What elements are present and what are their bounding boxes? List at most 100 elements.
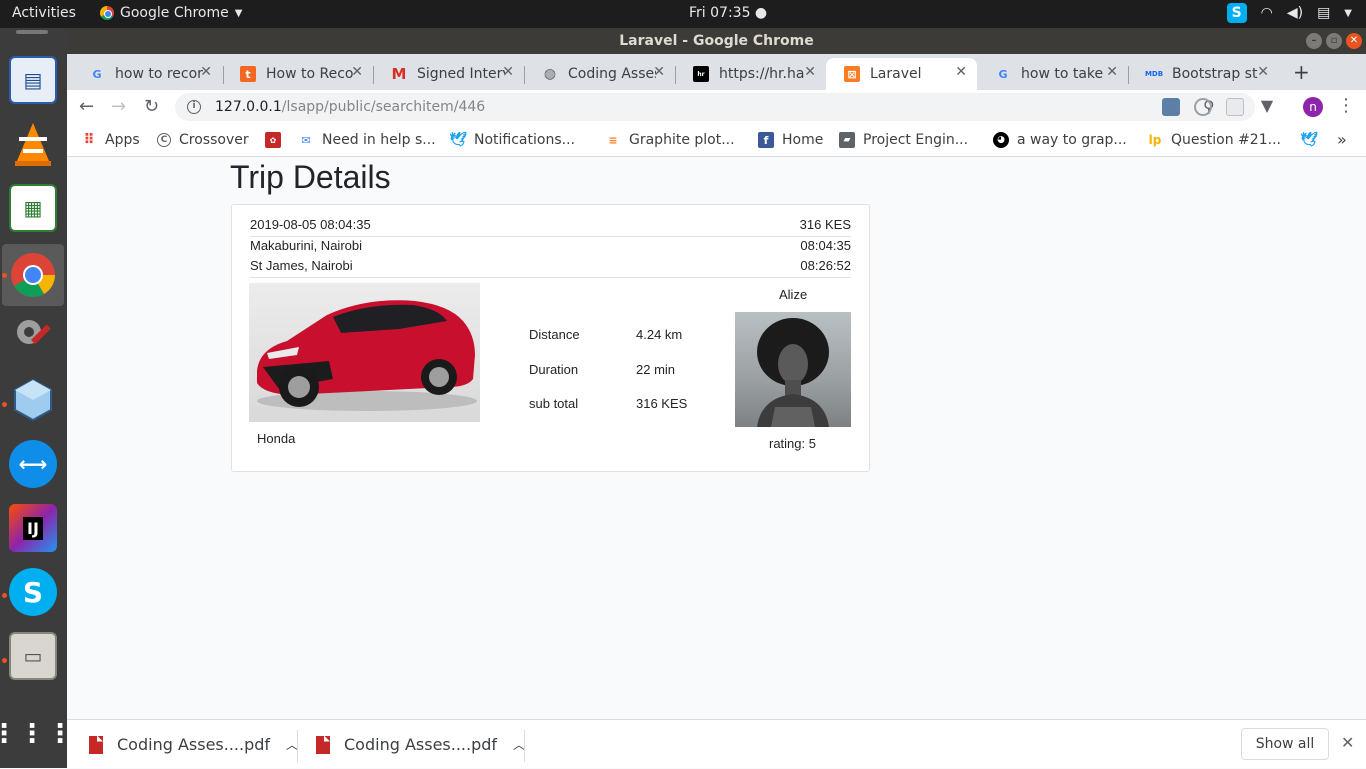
close-icon[interactable]: ✕: [200, 64, 212, 80]
car-model: Honda: [257, 431, 296, 446]
tab-label: how to recor: [115, 66, 203, 82]
facebook-icon: f: [758, 132, 774, 148]
bookmark-apps[interactable]: ⠿ Apps: [81, 132, 140, 148]
bookmark-need-help[interactable]: ✉ Need in help s...: [298, 132, 435, 148]
forward-icon[interactable]: →: [111, 96, 126, 117]
chrome-icon[interactable]: [9, 251, 57, 299]
virtualbox-icon[interactable]: [9, 376, 57, 424]
address-bar[interactable]: i 127.0.0.1/lsapp/public/searchitem/446 …: [175, 93, 1255, 121]
tab-bootstrap[interactable]: MDB Bootstrap st ✕: [1128, 58, 1279, 90]
volume-icon[interactable]: ◀): [1287, 5, 1303, 21]
extension-icon[interactable]: [1194, 98, 1212, 116]
activities-button[interactable]: Activities: [12, 5, 76, 21]
running-indicator: [2, 658, 7, 663]
bookmark-way-to-graph[interactable]: ◕ a way to grap...: [993, 132, 1127, 148]
bookmark-graphite-plot[interactable]: ≡ Graphite plot...: [605, 132, 735, 148]
driver-name: Alize: [779, 287, 808, 302]
clipboard-icon[interactable]: ▤: [1317, 5, 1330, 21]
teamviewer-icon[interactable]: ⟷: [9, 440, 57, 488]
close-icon[interactable]: ✕: [502, 64, 514, 80]
info-icon[interactable]: i: [187, 100, 201, 114]
close-icon[interactable]: ✕: [1106, 64, 1118, 80]
app-menu[interactable]: Google Chrome ▼: [100, 5, 242, 21]
window-title: Laravel - Google Chrome: [619, 33, 814, 49]
bookmark-crossover[interactable]: C Crossover: [157, 132, 249, 148]
system-tray: S ◠ ◀) ▤ ▼: [1226, 3, 1352, 23]
tab-label: Bootstrap st: [1172, 66, 1258, 82]
download-item[interactable]: Coding Asses....pdf ︿: [316, 720, 525, 769]
google-icon: G: [998, 67, 1008, 81]
profile-avatar[interactable]: n: [1303, 97, 1323, 117]
tab-how-to-reco[interactable]: t How to Reco ✕: [222, 58, 373, 90]
download-item[interactable]: Coding Asses....pdf ︿: [89, 720, 298, 769]
twitter-icon: 🕊: [1300, 132, 1318, 148]
mail-icon: ✉: [301, 133, 311, 147]
tab-how-to-record[interactable]: G how to recor ✕: [71, 58, 222, 90]
more-bookmarks-icon[interactable]: »: [1337, 130, 1347, 149]
spreadsheet-icon[interactable]: ▦: [9, 184, 57, 232]
intellij-icon[interactable]: IJ: [9, 504, 57, 552]
chrome-icon: [100, 6, 114, 20]
vlc-icon[interactable]: [9, 120, 57, 168]
dropoff-row: St James, Nairobi 08:26:52: [250, 258, 851, 278]
close-window-button[interactable]: ✕: [1346, 33, 1362, 49]
bookmark-label: Graphite plot...: [629, 132, 735, 148]
close-icon[interactable]: ✕: [351, 64, 363, 80]
tab-coding-assessment[interactable]: ◍ Coding Asses ✕: [524, 58, 675, 90]
file-manager-icon[interactable]: ▭: [9, 632, 57, 680]
wifi-icon[interactable]: ◠: [1261, 5, 1273, 21]
vue-devtools-icon[interactable]: ▼: [1258, 98, 1276, 116]
bookmark-label: Home: [782, 132, 824, 148]
close-icon[interactable]: ✕: [1341, 733, 1354, 752]
chevron-down-icon[interactable]: ▼: [1344, 8, 1352, 19]
close-icon[interactable]: ✕: [804, 64, 816, 80]
tab-how-to-take[interactable]: G how to take ✕: [977, 58, 1128, 90]
show-applications-icon[interactable]: ⋮⋮⋮: [0, 710, 73, 758]
extension-icon[interactable]: [1226, 98, 1244, 116]
divider: [250, 236, 851, 237]
stackoverflow-icon: ≡: [608, 133, 618, 147]
bookmark-question[interactable]: lp Question #21...: [1147, 132, 1281, 148]
new-tab-button[interactable]: +: [1293, 60, 1310, 84]
settings-tools-icon[interactable]: [9, 312, 57, 360]
stat-value: 4.24 km: [636, 327, 683, 342]
bookmark-notifications[interactable]: 🕊 Notifications...: [449, 132, 575, 148]
document-viewer-icon[interactable]: ▤: [9, 56, 57, 104]
maximize-button[interactable]: ▫: [1326, 33, 1342, 49]
back-icon[interactable]: ←: [79, 96, 94, 117]
running-indicator: [2, 593, 7, 598]
skype-icon[interactable]: S: [9, 568, 57, 616]
menu-icon[interactable]: ⋮: [1337, 95, 1355, 116]
crossover-icon: C: [157, 133, 171, 147]
briefcase-icon: ▰: [839, 132, 855, 148]
tab-signed-interview[interactable]: M Signed Interv ✕: [373, 58, 524, 90]
car-image: [249, 283, 480, 422]
tab-laravel[interactable]: ⊠ Laravel ✕: [826, 58, 977, 90]
stat-label: Distance: [529, 327, 580, 342]
bookmark-label: Question #21...: [1171, 132, 1281, 148]
skype-tray-icon[interactable]: S: [1226, 3, 1247, 23]
close-icon[interactable]: ✕: [1257, 64, 1269, 80]
pdf-icon: [316, 735, 330, 754]
show-all-button[interactable]: Show all: [1241, 728, 1329, 760]
stat-label: Duration: [529, 362, 579, 377]
mdb-icon: MDB: [1144, 70, 1164, 78]
extension-icon[interactable]: [1162, 98, 1180, 116]
bookmark-home[interactable]: f Home: [758, 132, 823, 148]
bookmark-unnamed[interactable]: ✿: [265, 132, 289, 148]
minimize-button[interactable]: –: [1306, 33, 1322, 49]
bookmark-twitter[interactable]: 🕊: [1300, 132, 1318, 148]
bookmark-label: Apps: [105, 132, 140, 148]
stat-label: sub total: [529, 396, 579, 411]
divider: [250, 277, 851, 278]
bookmarks-bar: ⠿ Apps C Crossover ✿ ✉ Need in help s...…: [67, 125, 1366, 157]
window-title-bar: Laravel - Google Chrome – ▫ ✕: [67, 28, 1366, 54]
downloads-bar: Coding Asses....pdf ︿ Coding Asses....pd…: [67, 719, 1366, 768]
bookmark-project-engine[interactable]: ▰ Project Engin...: [839, 132, 968, 148]
stat-value: 22 min: [636, 362, 676, 377]
reload-icon[interactable]: ↻: [144, 96, 159, 117]
clock[interactable]: Fri 07:35 ●: [689, 5, 767, 21]
close-icon[interactable]: ✕: [955, 64, 967, 80]
tab-hackerrank[interactable]: hr https://hr.ha ✕: [675, 58, 826, 90]
close-icon[interactable]: ✕: [653, 64, 665, 80]
